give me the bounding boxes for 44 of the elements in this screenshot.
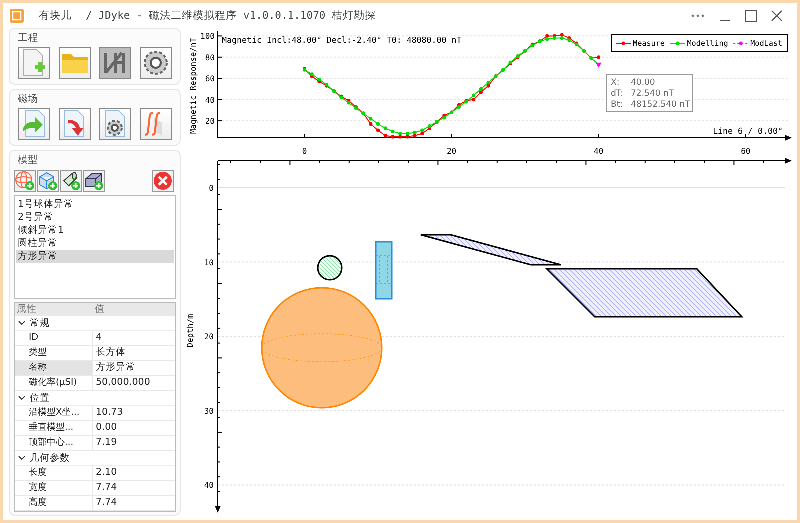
depth-tick-label: 20 — [204, 332, 214, 342]
y-tick-label: 80 — [205, 53, 215, 62]
tooltip-label: Bt: — [611, 100, 624, 110]
x-tick-label: 40 — [594, 147, 604, 156]
tooltip-label: X: — [611, 78, 620, 88]
column-header: 属性 — [16, 303, 38, 316]
property-value: 2.10 — [95, 466, 118, 480]
depth-tick-label: 0 — [209, 184, 214, 193]
y-tick-label: 60 — [205, 74, 215, 84]
y-tick-label: 20 — [205, 117, 215, 126]
depth-tick-label: 40 — [204, 481, 214, 490]
y-tick-label: 40 — [205, 96, 215, 105]
tooltip-value: 72.540 nT — [631, 89, 674, 99]
property-value: 7.74 — [95, 481, 118, 495]
tooltip-value: 48152.540 nT — [631, 100, 690, 110]
y-axis-label: Magnetic Response/nT — [189, 38, 198, 134]
property-value: 7.19 — [95, 436, 118, 450]
category-label: 常规 — [30, 316, 50, 330]
property-value: 4 — [95, 331, 104, 345]
category-label: 位置 — [30, 392, 50, 404]
tooltip-value: 40.00 — [631, 78, 656, 88]
depth-axis-label: Depth/m — [186, 314, 195, 348]
chart-title: Magnetic Incl:48.00° Decl:-2.40° T0: 48080.00 nT — [222, 35, 462, 45]
property-value: 7.74 — [95, 496, 118, 510]
app-name: 有块儿 — [39, 8, 72, 22]
category-label: 几何参数 — [30, 452, 70, 464]
y-tick-label: 100 — [200, 32, 215, 42]
depth-tick-label: 30 — [204, 406, 214, 416]
group-label: 磁场 — [17, 93, 39, 106]
group-label: 模型 — [17, 154, 39, 167]
property-value: 50,000.000 — [95, 376, 152, 390]
x-tick-label: 60 — [741, 147, 751, 156]
group-label: 工程 — [17, 32, 39, 45]
property-value: 长方体 — [95, 346, 127, 360]
property-value: 10.73 — [95, 406, 124, 420]
depth-tick-label: 10 — [204, 258, 214, 268]
property-value: 0.00 — [95, 421, 118, 435]
x-tick-label: 0 — [302, 147, 308, 156]
line-label: Line 6 / 0.00° — [713, 126, 783, 136]
tooltip-label: dT: — [611, 89, 624, 99]
property-value: 方形异常 — [95, 361, 137, 375]
column-header: 值 — [94, 303, 106, 316]
x-tick-label: 20 — [446, 147, 457, 156]
window-title: / JDyke - 磁法二维模拟程序 v1.0.0.1.1070 桔灯勘探 — [86, 8, 376, 22]
